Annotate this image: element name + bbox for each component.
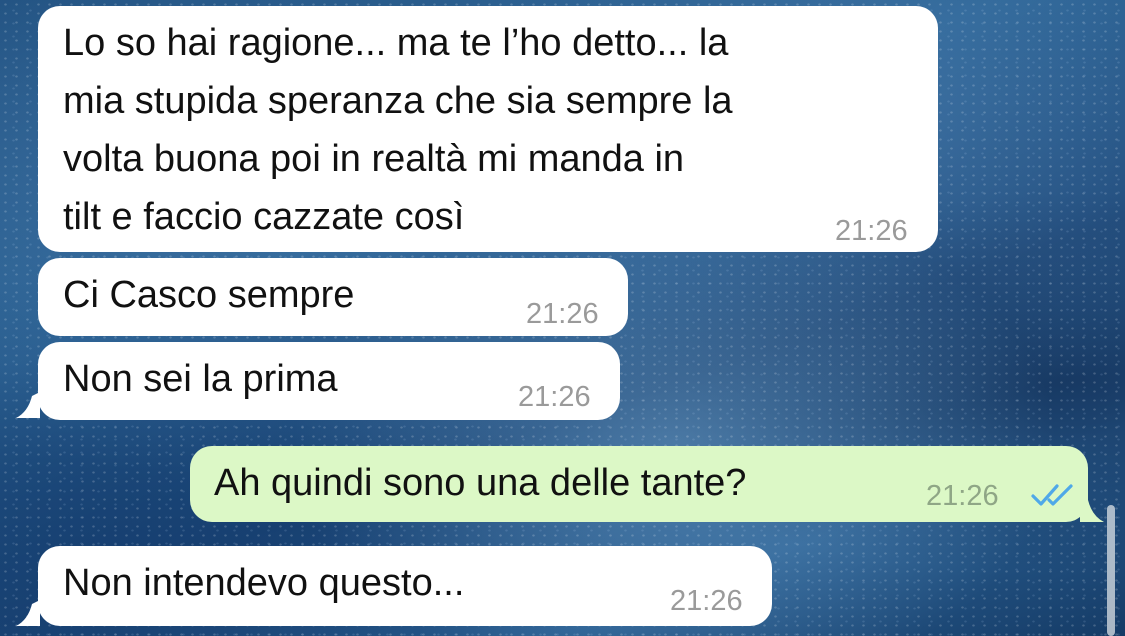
bubble-tail-outgoing — [1080, 496, 1104, 522]
bubble-tail-incoming — [16, 600, 40, 626]
message-bubble-incoming[interactable]: Non sei la prima 21:26 — [38, 342, 620, 420]
message-text: Ah quindi sono una delle tante? — [214, 462, 747, 504]
message-timestamp: 21:26 — [835, 215, 908, 247]
message-text: Lo so hai ragione... ma te l’ho detto...… — [63, 22, 733, 238]
message-bubble-incoming[interactable]: Lo so hai ragione... ma te l’ho detto...… — [38, 6, 938, 252]
message-bubble-outgoing[interactable]: Ah quindi sono una delle tante? 21:26 — [190, 446, 1088, 522]
message-bubble-incoming[interactable]: Non intendevo questo... 21:26 — [38, 546, 772, 626]
message-text: Non intendevo questo... — [63, 562, 465, 604]
chat-screen: { "messages": [ { "direction": "incoming… — [0, 0, 1125, 636]
bubble-tail-incoming — [16, 392, 40, 418]
message-timestamp: 21:26 — [670, 585, 743, 617]
message-timestamp: 21:26 — [926, 480, 999, 512]
message-timestamp: 21:26 — [526, 298, 599, 330]
scrollbar[interactable] — [1107, 505, 1115, 636]
message-text: Non sei la prima — [63, 358, 338, 400]
double-check-icon — [1031, 484, 1073, 506]
message-bubble-incoming[interactable]: Ci Casco sempre 21:26 — [38, 258, 628, 336]
message-timestamp: 21:26 — [518, 381, 591, 413]
message-text: Ci Casco sempre — [63, 274, 355, 316]
